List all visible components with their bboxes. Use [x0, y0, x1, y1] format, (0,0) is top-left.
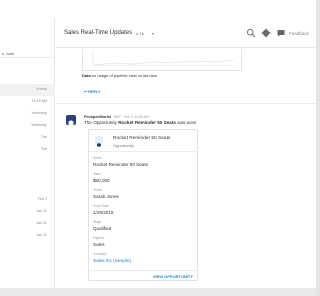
conversation-row[interactable]: Yesterday — [0, 108, 55, 120]
conversation-row[interactable]: Jan 31 — [0, 218, 55, 230]
field-close-date: Close Date 1/29/2018 — [93, 204, 193, 215]
conversation-row[interactable]: Jan 31 — [0, 206, 55, 218]
card-footer: VIEW OPPORTUNITY — [89, 270, 199, 282]
channel-title[interactable]: Sales Real-Time Updates — [64, 30, 132, 36]
avatar[interactable] — [66, 115, 76, 126]
feedback-icon[interactable] — [276, 28, 286, 38]
conversation-date: Yesterday — [31, 111, 47, 115]
field-value: Sales — [93, 241, 105, 247]
message-text-bold: Rocket Reminder 50 Seats — [118, 120, 176, 125]
reply-icon: ↩ — [84, 90, 88, 94]
field-value: Qualified — [93, 225, 112, 231]
chevron-down-icon[interactable]: ▾ — [152, 31, 154, 36]
conversation-list-subtitle: n, bots — [2, 51, 15, 56]
field-value: $50,000 — [93, 177, 110, 183]
opportunity-card: Rocket Reminder 50 Seats Opportunity Nam… — [88, 129, 199, 282]
conversation-dates-older: Feb 1 Jan 31 Jan 31 Jan 31 — [0, 194, 55, 242]
field-value: Sarah Jones — [93, 193, 119, 199]
bottom-bar — [0, 288, 316, 296]
conversation-date: Jan 31 — [36, 233, 47, 237]
conversation-row[interactable]: Tue — [0, 144, 55, 156]
conversation-row[interactable]: Tue — [0, 132, 55, 144]
app-window: n, bots 5 mins 10:16 AM Yesterday Yester… — [0, 0, 316, 296]
field-owner: Owner Sarah Jones — [93, 188, 193, 199]
caption-bold: Data — [82, 73, 91, 78]
conversation-row[interactable]: Yesterday — [0, 120, 55, 132]
conversation-date: Tue — [40, 147, 47, 151]
reply-label: REPLY — [88, 90, 101, 94]
message-caption: Data on usage of pipeline view vs list v… — [82, 73, 157, 78]
gear-icon[interactable] — [261, 28, 271, 38]
conversation-dates: 5 mins 10:16 AM Yesterday Yesterday Tue … — [0, 84, 55, 156]
field-label: Pipeline — [93, 236, 105, 240]
conversation-date: Jan 31 — [36, 209, 47, 213]
member-count[interactable]: Δ 16 — [136, 31, 144, 36]
field-label: Owner — [93, 188, 103, 192]
feedback-link[interactable]: Feedback — [289, 31, 309, 36]
search-icon[interactable] — [246, 28, 256, 38]
field-label: Company — [93, 252, 107, 256]
view-opportunity-button[interactable]: VIEW OPPORTUNITY — [153, 274, 193, 279]
field-value-amount: Value $50,000 — [93, 172, 193, 183]
message-text-prefix: The Opportunity — [84, 120, 119, 125]
field-value: 1/29/2018 — [93, 209, 114, 215]
prosperworks-logo-icon — [68, 120, 74, 126]
message-timestamp: Feb 3, 11:55 AM — [124, 115, 149, 119]
field-label: Value — [93, 172, 101, 176]
field-label: Close Date — [93, 204, 109, 208]
card-header: Rocket Reminder 50 Seats Opportunity — [89, 130, 199, 152]
conversation-row[interactable]: Jan 31 — [0, 230, 55, 242]
message-text: The Opportunity Rocket Reminder 50 Seats… — [84, 120, 196, 125]
field-name: Name Rocket Reminder 50 Seats — [93, 156, 193, 167]
conversation-date: Feb 1 — [37, 197, 47, 201]
sender-name[interactable]: ProsperWorks — [84, 114, 111, 119]
conversation-date: Tue — [40, 135, 47, 139]
bot-tag: BOT — [114, 115, 121, 119]
field-stage: Stage Qualified — [93, 220, 193, 231]
company-link[interactable]: Sales Inc (sample) — [93, 258, 193, 263]
conversation-date: Yesterday — [31, 123, 47, 127]
conversation-row[interactable]: 5 mins — [0, 84, 55, 96]
attached-chart-image[interactable] — [82, 49, 242, 71]
field-pipeline: Pipeline Sales — [93, 236, 193, 247]
card-title[interactable]: Rocket Reminder 50 Seats — [113, 136, 170, 141]
message-header: ProsperWorks BOT Feb 3, 11:55 AM — [84, 114, 149, 119]
message-feed: Data on usage of pipeline view vs list v… — [56, 49, 316, 288]
conversation-row[interactable]: Feb 1 — [0, 194, 55, 206]
conversation-date: Jan 31 — [36, 221, 47, 225]
chart-preview — [92, 51, 234, 66]
opportunity-icon — [95, 136, 103, 147]
message-divider — [56, 103, 316, 104]
conversation-list-header: n, bots — [0, 18, 55, 58]
field-value: Rocket Reminder 50 Seats — [93, 161, 148, 167]
conversation-list-pane: n, bots 5 mins 10:16 AM Yesterday Yester… — [0, 18, 55, 288]
caption-text: on usage of pipeline view vs list view — [90, 73, 157, 78]
conversation-date: 5 mins — [36, 87, 47, 91]
reply-button[interactable]: ↩ REPLY — [84, 89, 101, 94]
card-type: Opportunity — [113, 143, 134, 148]
field-label: Stage — [93, 220, 102, 224]
message-text-suffix: was won! — [175, 120, 197, 125]
field-company: Company Sales Inc (sample) — [93, 252, 193, 263]
channel-header: Sales Real-Time Updates Δ 16 ▾ Feedback — [56, 18, 316, 48]
conversation-row[interactable]: 10:16 AM — [0, 96, 55, 108]
field-label: Name — [93, 156, 102, 160]
conversation-date: 10:16 AM — [31, 99, 47, 103]
